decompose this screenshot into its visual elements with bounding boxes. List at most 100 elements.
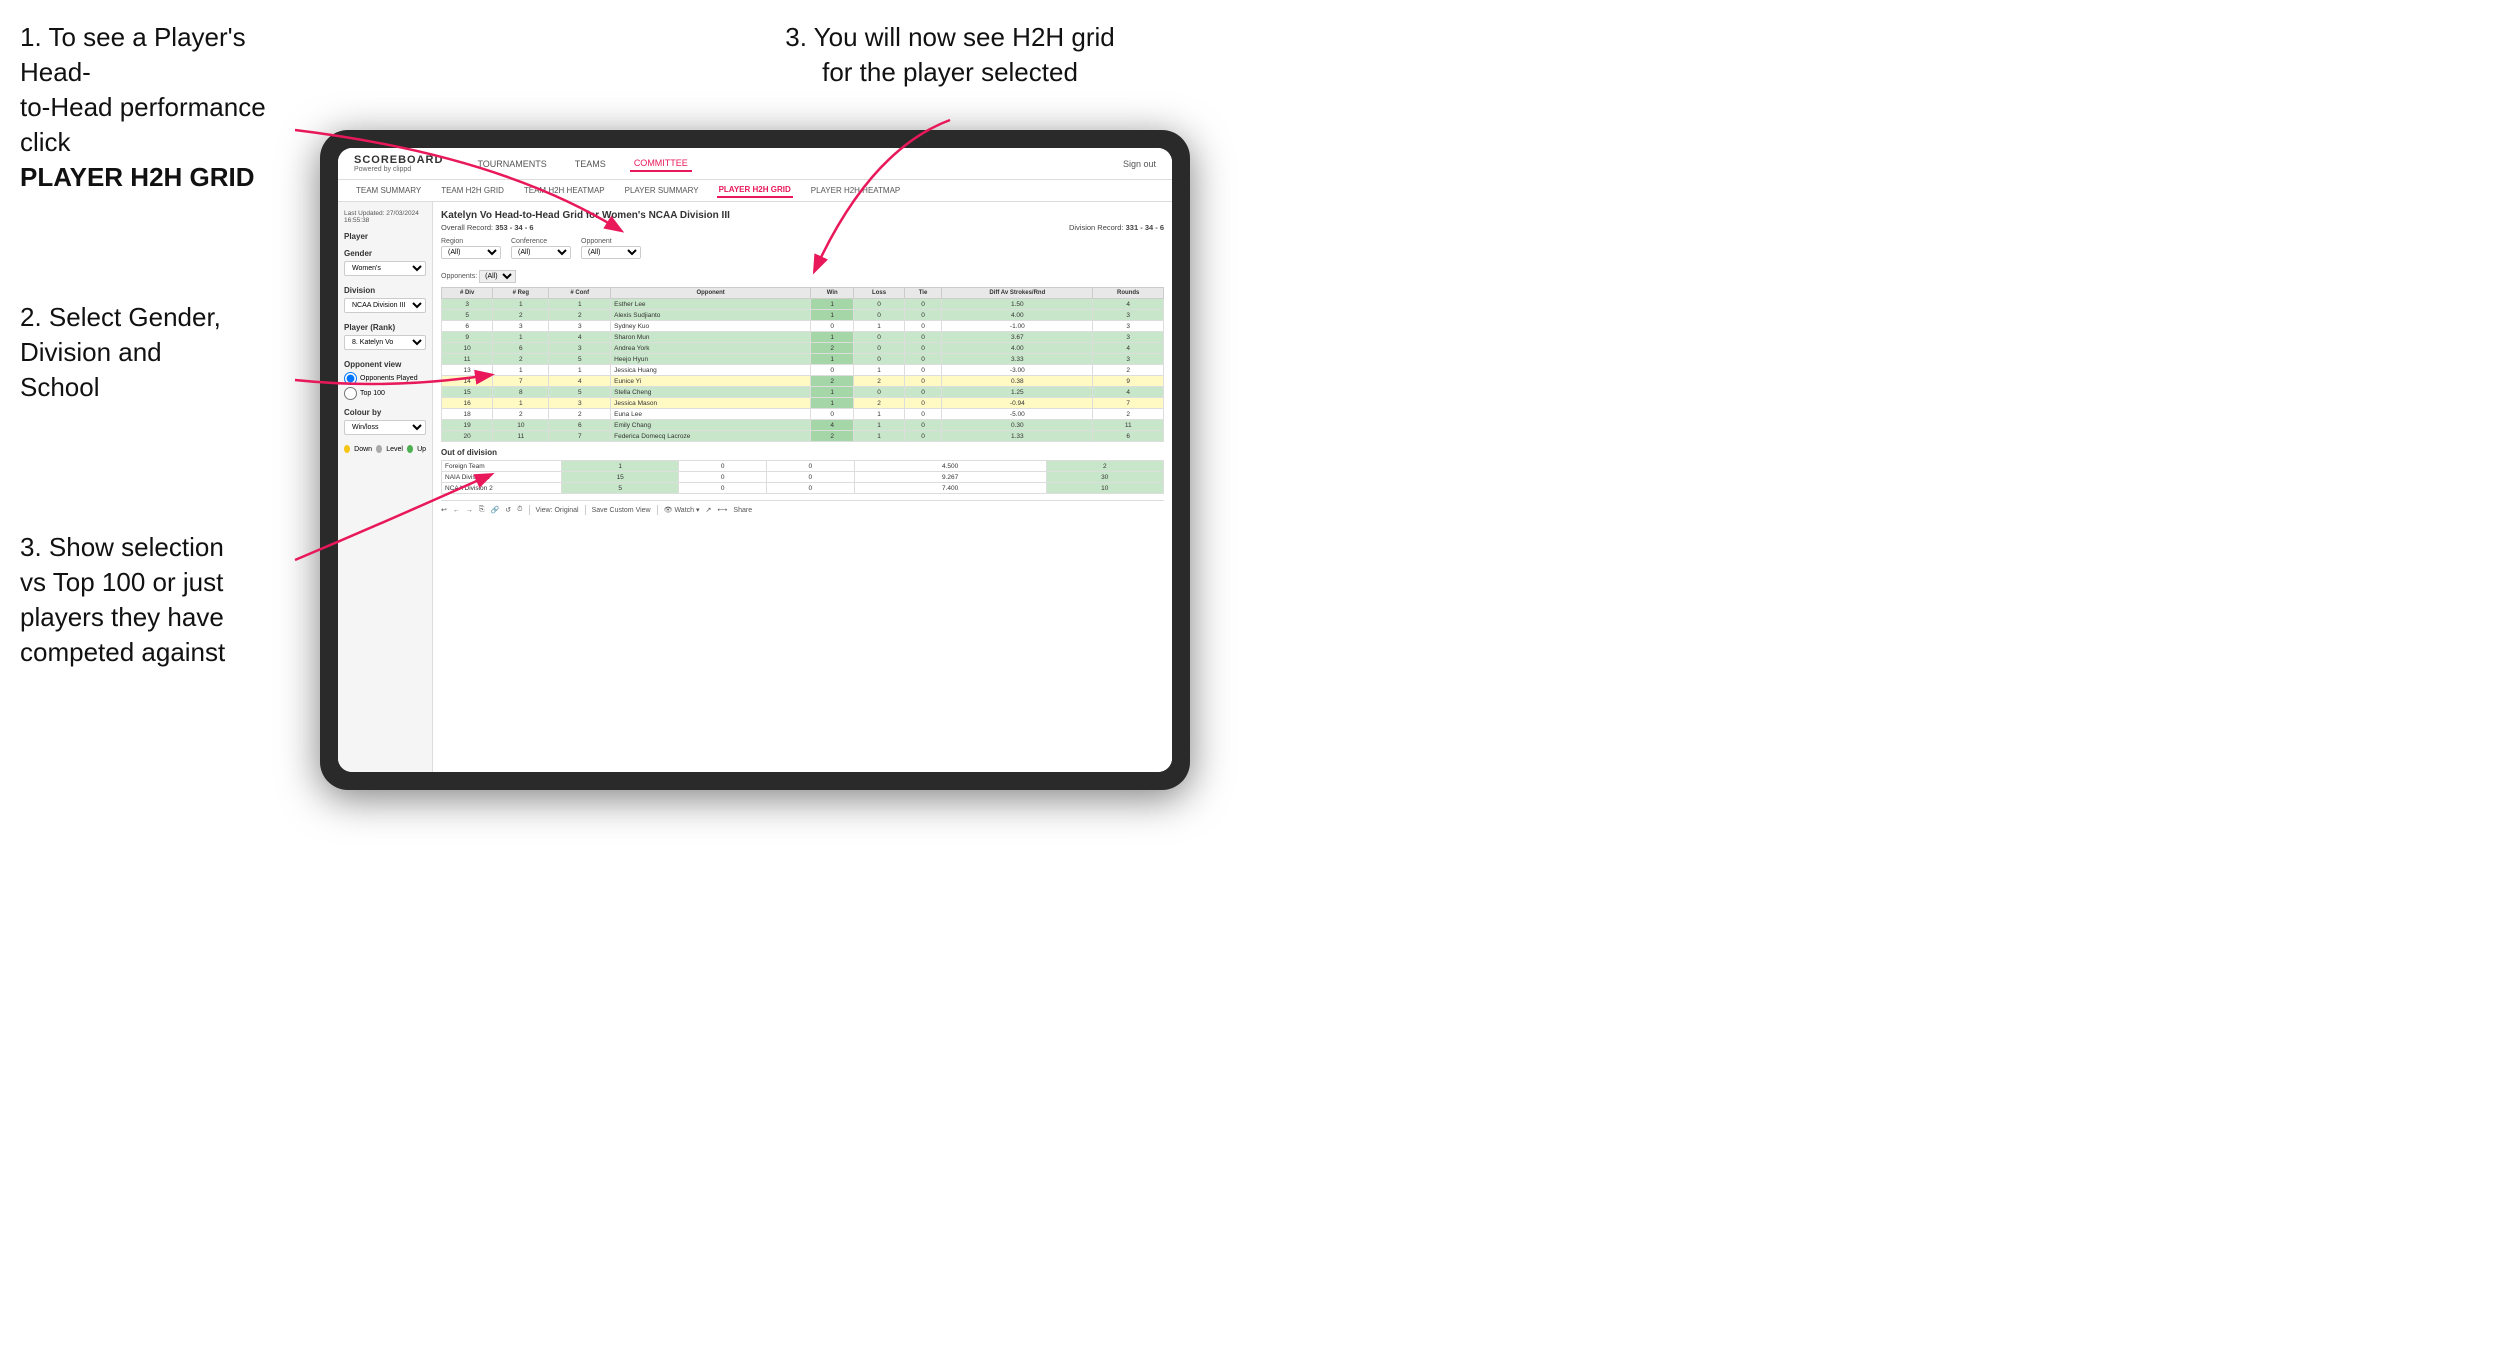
table-row: 18 2 2 Euna Lee 0 1 0 -5.00 2 — [442, 409, 1164, 420]
opponent-view-label: Opponent view — [344, 360, 426, 369]
radio-top-100[interactable]: Top 100 — [344, 387, 426, 400]
toolbar-share[interactable]: Share — [733, 507, 752, 514]
instruction-3-right-text: 3. You will now see H2H gridfor the play… — [730, 20, 1170, 90]
main-content: Last Updated: 27/03/202416:55:38 Player … — [338, 202, 1172, 772]
left-panel: Last Updated: 27/03/202416:55:38 Player … — [338, 202, 433, 772]
legend-up-label: Up — [417, 446, 426, 453]
division-label: Division — [344, 286, 426, 295]
th-rounds: Rounds — [1093, 288, 1164, 299]
radio-opponents-played[interactable]: Opponents Played — [344, 372, 426, 385]
th-win: Win — [811, 288, 854, 299]
ood-table-row: NAIA Division 1 15 0 0 9.267 30 — [442, 472, 1164, 483]
toolbar-save-custom-view[interactable]: Save Custom View — [592, 507, 651, 514]
bottom-toolbar: ↩ ← → ⎘ 🔗 ↺ ⏱ View: Original Save Custom… — [441, 500, 1164, 515]
toolbar-resize[interactable]: ⟷ — [717, 506, 727, 514]
legend-down-label: Down — [354, 446, 372, 453]
nav-committee[interactable]: COMMITTEE — [630, 156, 692, 172]
region-filter-label: Region — [441, 238, 501, 245]
division-record: Division Record: 331 - 34 - 6 — [1069, 223, 1164, 232]
sub-nav-player-h2h-grid[interactable]: PLAYER H2H GRID — [717, 183, 793, 198]
logo-text: SCOREBOARD — [354, 154, 443, 166]
instruction-2-text: 2. Select Gender,Division andSchool — [20, 300, 310, 405]
tablet-frame: SCOREBOARD Powered by clippd TOURNAMENTS… — [320, 130, 1190, 790]
toolbar-copy[interactable]: ⎘ — [479, 506, 485, 514]
legend-up-dot — [407, 445, 413, 453]
instruction-3-left-text: 3. Show selectionvs Top 100 or justplaye… — [20, 530, 310, 670]
gender-section: Gender Women's Men's — [344, 249, 426, 278]
toolbar-undo[interactable]: ↩ — [441, 506, 447, 514]
toolbar-forward[interactable]: → — [466, 507, 473, 514]
toolbar-view-original[interactable]: View: Original — [536, 507, 579, 514]
instruction-3-right: 3. You will now see H2H gridfor the play… — [730, 20, 1170, 90]
toolbar-refresh[interactable]: ↺ — [505, 506, 511, 514]
colour-by-select[interactable]: Win/loss — [344, 420, 426, 435]
opponents-select[interactable]: (All) — [479, 270, 516, 283]
conference-filter-select[interactable]: (All) — [511, 246, 571, 259]
gender-label: Gender — [344, 249, 426, 258]
sub-nav-player-summary[interactable]: PLAYER SUMMARY — [623, 184, 701, 197]
table-row: 19 10 6 Emily Chang 4 1 0 0.30 11 — [442, 420, 1164, 431]
instruction-1-text: 1. To see a Player's Head-to-Head perfor… — [20, 20, 320, 195]
last-updated: Last Updated: 27/03/202416:55:38 — [344, 210, 419, 224]
player-rank-label: Player (Rank) — [344, 323, 426, 332]
record-row: Overall Record: 353 - 34 - 6 Division Re… — [441, 223, 1164, 232]
table-row: 6 3 3 Sydney Kuo 0 1 0 -1.00 3 — [442, 321, 1164, 332]
table-row: 5 2 2 Alexis Sudjianto 1 0 0 4.00 3 — [442, 310, 1164, 321]
toolbar-back[interactable]: ← — [453, 507, 460, 514]
gender-select[interactable]: Women's Men's — [344, 261, 426, 276]
opponent-filter-select[interactable]: (All) — [581, 246, 641, 259]
out-of-division-table: Foreign Team 1 0 0 4.500 2 NAIA Division… — [441, 460, 1164, 494]
colour-by-section: Colour by Win/loss — [344, 408, 426, 437]
table-row: 3 1 1 Esther Lee 1 0 0 1.50 4 — [442, 299, 1164, 310]
nav-teams[interactable]: TEAMS — [571, 157, 610, 171]
sub-nav-player-h2h-heatmap[interactable]: PLAYER H2H HEATMAP — [809, 184, 903, 197]
toolbar-divider-2 — [585, 505, 586, 515]
toolbar-export[interactable]: ↗ — [706, 506, 712, 514]
sub-nav-team-h2h-heatmap[interactable]: TEAM H2H HEATMAP — [522, 184, 607, 197]
player-rank-section: Player (Rank) 8. Katelyn Vo — [344, 323, 426, 352]
legend-down-dot — [344, 445, 350, 453]
colour-by-label: Colour by — [344, 408, 426, 417]
tablet-screen: SCOREBOARD Powered by clippd TOURNAMENTS… — [338, 148, 1172, 772]
logo-area: SCOREBOARD Powered by clippd — [354, 154, 443, 173]
region-filter-select[interactable]: (All) — [441, 246, 501, 259]
conference-filter-group: Conference (All) — [511, 238, 571, 259]
th-reg: # Reg — [493, 288, 549, 299]
legend-level-label: Level — [386, 446, 403, 453]
overall-record: Overall Record: 353 - 34 - 6 — [441, 223, 534, 232]
th-opponent: Opponent — [611, 288, 811, 299]
nav-tournaments[interactable]: TOURNAMENTS — [473, 157, 550, 171]
out-of-division-title: Out of division — [441, 448, 1164, 457]
division-select[interactable]: NCAA Division III NCAA Division I NCAA D… — [344, 298, 426, 313]
legend-level-dot — [376, 445, 382, 453]
toolbar-watch[interactable]: 👁 Watch ▾ — [664, 506, 700, 514]
opponent-filter-label: Opponent — [581, 238, 641, 245]
instruction-2: 2. Select Gender,Division andSchool — [20, 300, 310, 405]
filter-row: Region (All) Conference (All) Opponent — [441, 238, 1164, 259]
opponents-label: Opponents: (All) — [441, 273, 516, 280]
sub-nav-team-h2h-grid[interactable]: TEAM H2H GRID — [439, 184, 506, 197]
instruction-1: 1. To see a Player's Head-to-Head perfor… — [20, 20, 320, 195]
th-tie: Tie — [904, 288, 941, 299]
sub-nav-team-summary[interactable]: TEAM SUMMARY — [354, 184, 423, 197]
toolbar-divider-1 — [529, 505, 530, 515]
color-legend: Down Level Up — [344, 445, 426, 453]
radio-group: Opponents Played Top 100 — [344, 372, 426, 400]
grid-title: Katelyn Vo Head-to-Head Grid for Women's… — [441, 210, 1164, 221]
last-updated-section: Last Updated: 27/03/202416:55:38 — [344, 210, 426, 224]
opponent-filter-group: Opponent (All) — [581, 238, 641, 259]
table-row: 9 1 4 Sharon Mun 1 0 0 3.67 3 — [442, 332, 1164, 343]
toolbar-link[interactable]: 🔗 — [490, 506, 499, 514]
toolbar-timer[interactable]: ⏱ — [517, 506, 522, 514]
player-rank-select[interactable]: 8. Katelyn Vo — [344, 335, 426, 350]
table-row: 16 1 3 Jessica Mason 1 2 0 -0.94 7 — [442, 398, 1164, 409]
table-row: 10 6 3 Andrea York 2 0 0 4.00 4 — [442, 343, 1164, 354]
table-row: 20 11 7 Federica Domecq Lacroze 2 1 0 1.… — [442, 431, 1164, 442]
instruction-1-bold: PLAYER H2H GRID — [20, 162, 255, 192]
toolbar-divider-3 — [657, 505, 658, 515]
th-loss: Loss — [854, 288, 905, 299]
sign-out[interactable]: Sign out — [1123, 159, 1156, 169]
right-content: Katelyn Vo Head-to-Head Grid for Women's… — [433, 202, 1172, 772]
th-div: # Div — [442, 288, 493, 299]
instruction-3-left: 3. Show selectionvs Top 100 or justplaye… — [20, 530, 310, 670]
